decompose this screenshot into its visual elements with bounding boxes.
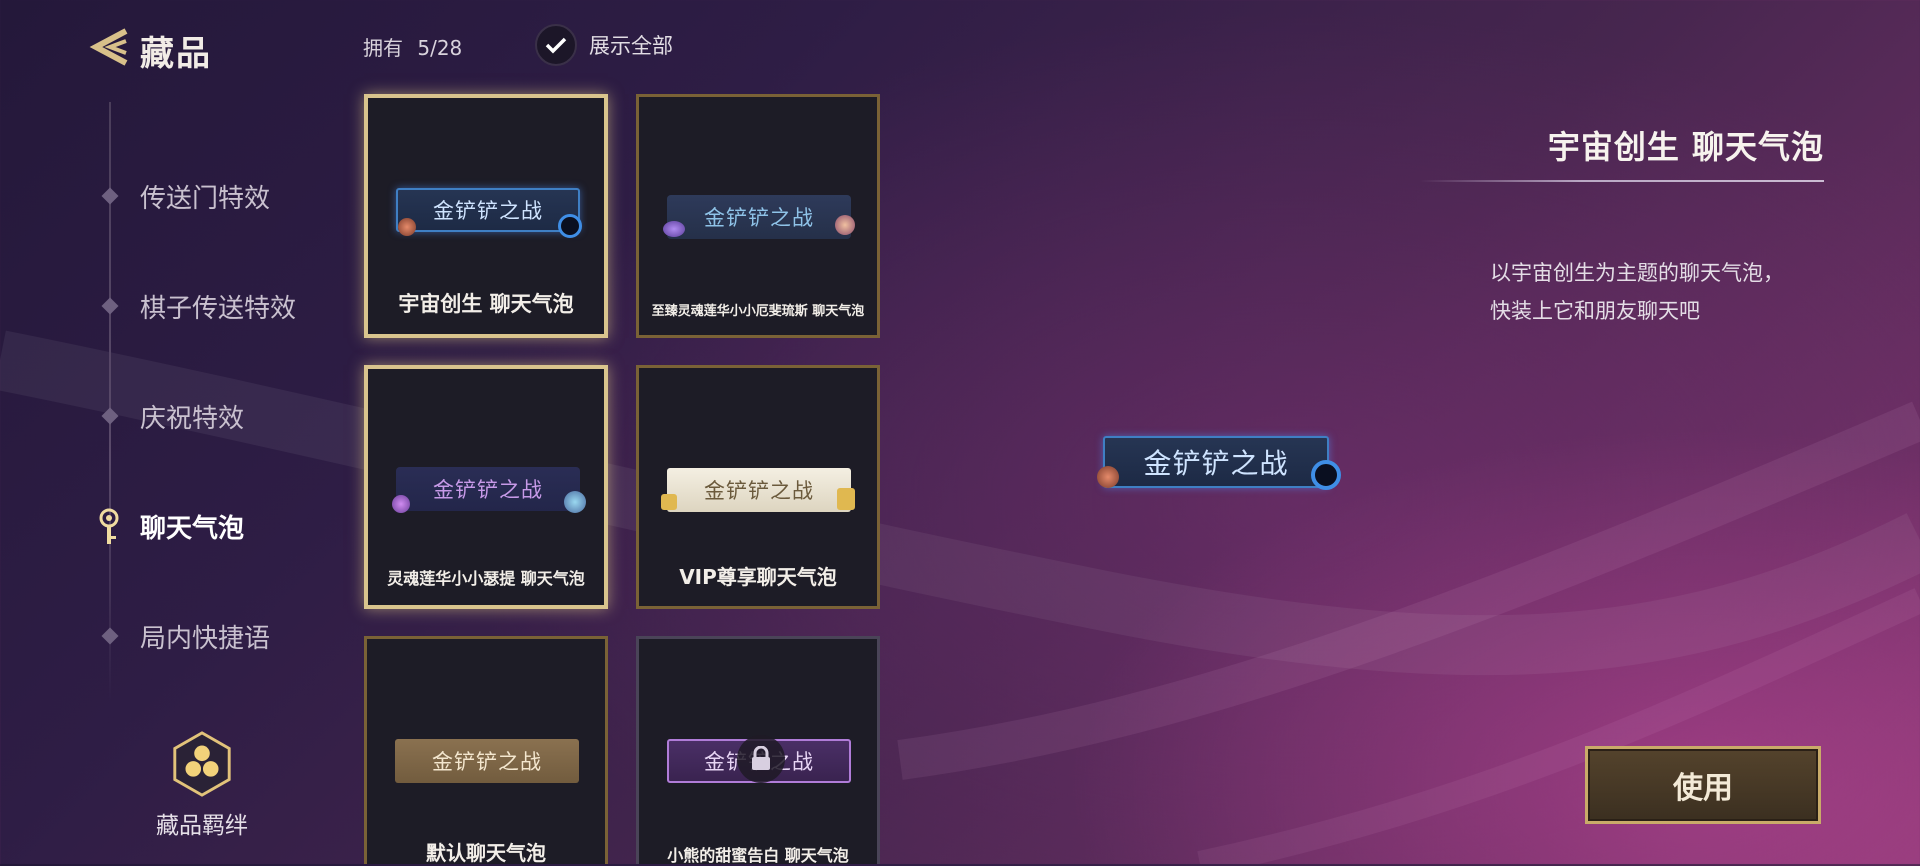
sidebar-item-chat-bubble[interactable]: 聊天气泡 [140, 508, 244, 545]
show-all-toggle[interactable]: 展示全部 [535, 24, 673, 66]
flower-decoration-icon [392, 495, 410, 513]
detail-description-line: 快装上它和朋友聊天吧 [1490, 299, 1700, 323]
card-name: 至臻灵魂莲华小小厄斐琉斯 聊天气泡 [651, 304, 865, 319]
sidebar-dot [101, 187, 119, 205]
sidebar-item-celebration[interactable]: 庆祝特效 [140, 398, 244, 435]
card-name: 灵魂莲华小小瑟提 聊天气泡 [387, 569, 585, 588]
bubble-preview: 金铲铲之战 [396, 188, 580, 232]
owned-count: 拥有 5/28 [363, 32, 462, 61]
lock-icon [737, 735, 785, 783]
detail-description-line: 以宇宙创生为主题的聊天气泡， [1490, 261, 1784, 285]
planet-decoration-icon [1097, 466, 1119, 488]
bubble-preview: 金铲铲之战 [395, 739, 579, 783]
bubble-preview: 金铲铲之战 [667, 468, 851, 512]
card-name: 宇宙创生 聊天气泡 [398, 292, 574, 316]
collection-card-bear[interactable]: 金铲铲之战 小熊的甜蜜告白 聊天气泡 [636, 636, 880, 865]
gold-ornament-icon [661, 494, 677, 510]
gold-ornament-icon [837, 488, 855, 510]
collection-bond-button[interactable]: 藏品羁绊 [140, 730, 264, 840]
blackhole-decoration-icon [1311, 460, 1341, 490]
collection-card-soul-lotus[interactable]: 金铲铲之战 灵魂莲华小小瑟提 聊天气泡 [364, 365, 608, 609]
bubble-large-preview: 金铲铲之战 [1097, 436, 1341, 490]
sidebar-dot [101, 627, 119, 645]
owned-label: 拥有 [363, 36, 403, 60]
show-all-label: 展示全部 [589, 34, 673, 58]
planet-decoration-icon [398, 218, 416, 236]
lotus-decoration-icon [663, 221, 685, 237]
collection-bond-label: 藏品羁绊 [156, 813, 248, 839]
detail-description: 以宇宙创生为主题的聊天气泡， 快装上它和朋友聊天吧 [1490, 254, 1850, 330]
back-button[interactable] [86, 26, 136, 68]
detail-title: 宇宙创生 聊天气泡 [1547, 128, 1824, 166]
back-arrow-icon [89, 28, 128, 66]
collection-card-cosmic[interactable]: 金铲铲之战 宇宙创生 聊天气泡 [364, 94, 608, 338]
owned-value: 5/28 [417, 36, 463, 60]
blackhole-decoration-icon [558, 214, 582, 238]
bubble-preview: 金铲铲之战 [396, 467, 580, 511]
page-title: 藏品 [140, 34, 212, 74]
sidebar-item-piece-teleport[interactable]: 棋子传送特效 [140, 288, 296, 325]
card-name: VIP尊享聊天气泡 [679, 565, 837, 589]
bubble-preview-large: 金铲铲之战 [1103, 436, 1329, 488]
use-button[interactable]: 使用 [1585, 746, 1821, 824]
crystal-decoration-icon [564, 491, 586, 513]
collection-card-default[interactable]: 金铲铲之战 默认聊天气泡 [364, 636, 608, 865]
card-name: 小熊的甜蜜告白 聊天气泡 [667, 846, 849, 865]
card-name: 默认聊天气泡 [426, 841, 546, 865]
sidebar-item-quick-phrases[interactable]: 局内快捷语 [140, 618, 270, 655]
active-key-icon [96, 508, 122, 552]
checkmark-icon [535, 24, 577, 66]
sidebar-dot [101, 297, 119, 315]
bubble-preview: 金铲铲之战 [667, 195, 851, 239]
collection-card-lotus[interactable]: 金铲铲之战 至臻灵魂莲华小小厄斐琉斯 聊天气泡 [636, 94, 880, 338]
moon-decoration-icon [835, 215, 855, 235]
sidebar-item-portal-effects[interactable]: 传送门特效 [140, 178, 270, 215]
hexagon-bond-icon [173, 731, 231, 797]
sidebar-dot [101, 407, 119, 425]
collection-card-vip[interactable]: 金铲铲之战 VIP尊享聊天气泡 [636, 365, 880, 609]
detail-divider [1420, 180, 1824, 182]
